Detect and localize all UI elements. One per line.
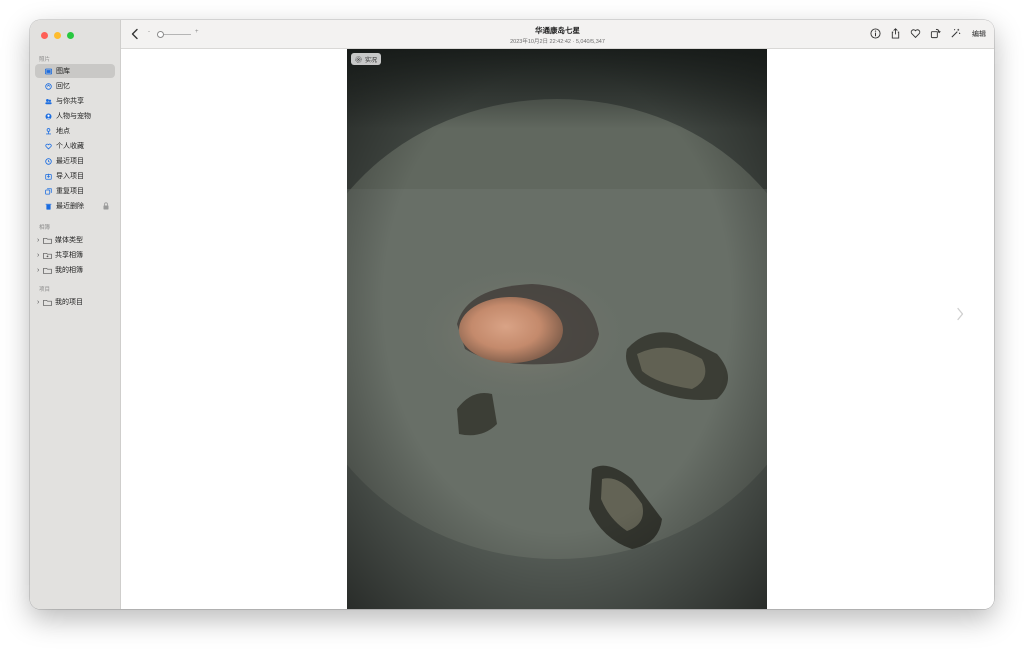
live-photo-label: 实况	[365, 57, 378, 64]
sidebar-item-label: 图库	[56, 68, 70, 75]
sidebar-item-label: 共享相簿	[55, 252, 83, 259]
folder-icon	[43, 299, 52, 306]
sidebar-item-label: 人物与宠物	[56, 113, 91, 120]
window-title: 华通康岛七星	[535, 26, 580, 35]
edit-button[interactable]: 编辑	[972, 29, 986, 39]
folder-icon	[43, 237, 52, 244]
trash-icon	[45, 203, 52, 210]
sidebar-item-my-albums[interactable]: › 我的相簿	[37, 264, 83, 276]
zoom-out-label[interactable]: -	[148, 29, 150, 35]
sidebar-item-my-projects[interactable]: › 我的项目	[37, 296, 83, 308]
live-photo-icon	[355, 55, 362, 63]
sidebar-item-library[interactable]: 图库	[35, 64, 115, 78]
window-controls	[41, 32, 74, 39]
heart-icon	[45, 143, 52, 150]
toolbar-actions: 编辑	[870, 28, 986, 39]
sidebar-item-favorites[interactable]: 个人收藏	[35, 139, 115, 153]
section-title-albums: 相簿	[39, 225, 51, 231]
sidebar-item-recently-deleted[interactable]: 最近删除	[35, 199, 115, 213]
next-photo-chevron-icon[interactable]	[956, 307, 964, 321]
photos-window: 照片 图库 回忆 与你共享 人物与宠物 地点 个人收藏 最近项目 导入项目 重复…	[30, 20, 994, 609]
sidebar-item-memories[interactable]: 回忆	[35, 79, 115, 93]
photo-viewer: 实况	[121, 49, 994, 609]
live-photo-badge[interactable]: 实况	[351, 53, 382, 65]
sidebar-item-people[interactable]: 人物与宠物	[35, 109, 115, 123]
photo-library-icon	[45, 68, 52, 75]
sidebar-item-label: 我的相簿	[55, 267, 83, 274]
import-icon	[45, 173, 52, 180]
sidebar-item-recents[interactable]: 最近项目	[35, 154, 115, 168]
shared-with-you-icon	[45, 98, 52, 105]
sidebar-item-label: 最近删除	[56, 203, 84, 210]
sidebar-item-label: 地点	[56, 128, 70, 135]
close-button[interactable]	[41, 32, 48, 39]
sidebar: 照片 图库 回忆 与你共享 人物与宠物 地点 个人收藏 最近项目 导入项目 重复…	[30, 20, 121, 609]
window-subtitle: 2023年10月2日 22:42:42 · 5,040/5,347	[510, 39, 605, 45]
folder-icon	[43, 267, 52, 274]
clock-icon	[45, 157, 52, 165]
share-icon[interactable]	[890, 28, 901, 39]
memories-icon	[45, 82, 52, 90]
minimize-button[interactable]	[54, 32, 61, 39]
zoom-button[interactable]	[67, 32, 74, 39]
title-block: 华通康岛七星 2023年10月2日 22:42:42 · 5,040/5,347	[121, 25, 994, 45]
people-icon	[45, 112, 52, 120]
magic-wand-icon[interactable]	[950, 28, 961, 39]
duplicates-icon	[45, 187, 52, 195]
photo-shade	[347, 49, 767, 129]
sidebar-item-label: 最近项目	[56, 158, 84, 165]
photo-image	[347, 49, 767, 609]
info-icon[interactable]	[870, 28, 881, 39]
lock-icon	[103, 202, 109, 210]
sidebar-item-shared-with-you[interactable]: 与你共享	[35, 94, 115, 108]
sidebar-item-label: 个人收藏	[56, 143, 84, 150]
sidebar-item-imports[interactable]: 导入项目	[35, 169, 115, 183]
sidebar-item-label: 与你共享	[56, 98, 84, 105]
toolbar: - + 华通康岛七星 2023年10月2日 22:42:42 · 5,040/5…	[121, 20, 994, 49]
sidebar-item-places[interactable]: 地点	[35, 124, 115, 138]
desktop: 照片 图库 回忆 与你共享 人物与宠物 地点 个人收藏 最近项目 导入项目 重复…	[0, 0, 1024, 649]
sidebar-item-duplicates[interactable]: 重复项目	[35, 184, 115, 198]
section-title-projects: 项目	[39, 287, 51, 293]
sidebar-item-label: 回忆	[56, 83, 70, 90]
zoom-knob[interactable]	[157, 31, 164, 38]
zoom-slider[interactable]: - +	[148, 29, 201, 38]
zoom-track[interactable]	[161, 34, 191, 35]
sidebar-item-shared-albums[interactable]: › 共享相簿	[37, 249, 83, 261]
sidebar-item-label: 重复项目	[56, 188, 84, 195]
sidebar-item-label: 导入项目	[56, 173, 84, 180]
places-icon	[45, 127, 52, 135]
back-chevron-icon[interactable]	[130, 28, 140, 40]
sidebar-item-label: 我的项目	[55, 299, 83, 306]
favorite-heart-icon[interactable]	[910, 28, 921, 39]
rotate-icon[interactable]	[930, 28, 941, 39]
section-title-photos: 照片	[39, 57, 51, 63]
sidebar-item-label: 媒体类型	[55, 237, 83, 244]
sidebar-item-media-types[interactable]: › 媒体类型	[37, 234, 83, 246]
zoom-in-label[interactable]: +	[195, 29, 199, 35]
shared-folder-icon	[43, 252, 52, 259]
photo[interactable]: 实况	[347, 49, 767, 609]
